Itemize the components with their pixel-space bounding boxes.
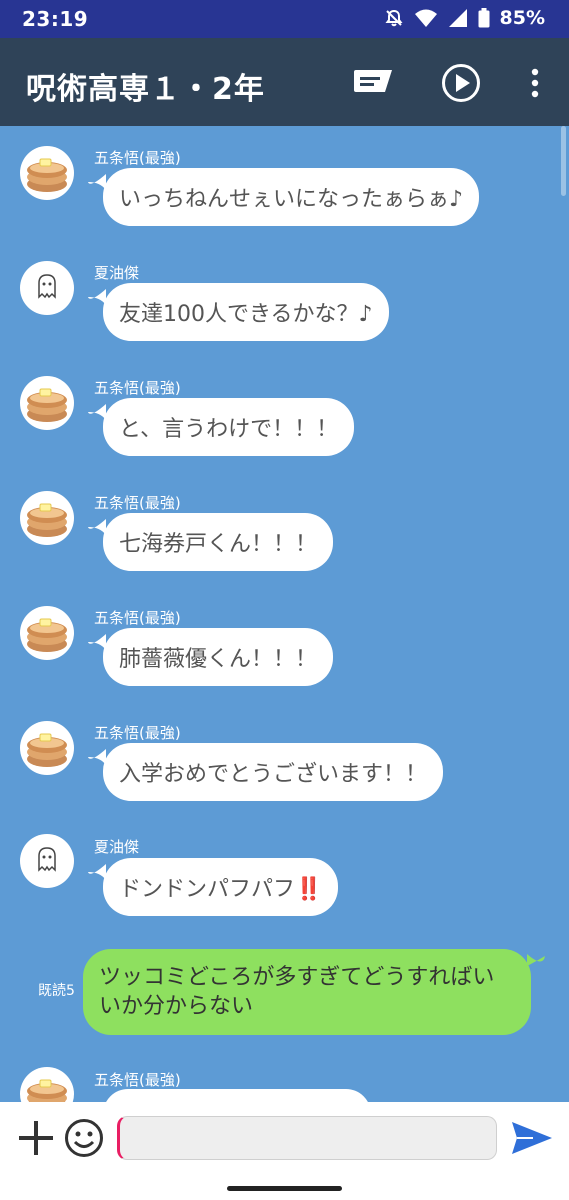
sender-name: 五条悟(最強) — [94, 609, 181, 627]
battery-percent: 85% — [499, 7, 545, 29]
message-bubble[interactable]: 友達100人できるかな？♪ — [103, 283, 389, 341]
bubble-tail — [527, 954, 545, 966]
sender-name: 五条悟(最強) — [94, 1071, 181, 1089]
message-bubble[interactable]: 入学おめでとうございます！！ — [103, 743, 444, 801]
outgoing-bubble[interactable]: ツッコミどころが多すぎてどうすればいいか分からない — [83, 949, 531, 1035]
pancake-avatar[interactable] — [20, 1067, 74, 1102]
navigation-bar — [0, 1174, 569, 1200]
status-icons: 85% — [384, 7, 545, 29]
emoji-icon[interactable] — [62, 1116, 106, 1160]
bell-off-icon — [384, 8, 404, 28]
message-bubble[interactable]: と、言うわけで！！！ — [103, 398, 355, 456]
chat-title: 呪術高専１・2年 — [26, 72, 265, 107]
message-bubble[interactable]: 七海券戸くん！！！ — [103, 513, 334, 571]
plus-icon[interactable] — [14, 1116, 58, 1160]
sender-name: 五条悟(最強) — [94, 149, 181, 167]
sender-name: 五条悟(最強) — [94, 724, 181, 742]
chat-area[interactable]: 五条悟(最強) いっちねんせぇいになったぁらぁ♪ 夏油傑 友達100人できるかな… — [0, 126, 569, 1102]
message-bubble[interactable]: いっちねんせぇいになったぁらぁ♪ — [103, 168, 480, 226]
message-bubble[interactable] — [103, 1089, 371, 1102]
message-icon[interactable] — [350, 60, 396, 106]
play-icon[interactable] — [438, 60, 484, 106]
pancake-avatar[interactable] — [20, 376, 74, 430]
more-icon[interactable] — [512, 60, 558, 106]
home-gesture-handle[interactable] — [227, 1186, 342, 1191]
ghost-avatar[interactable] — [20, 261, 74, 315]
message-bubble[interactable]: ドンドンパフパフ‼️ — [103, 858, 339, 916]
sender-name: 夏油傑 — [94, 264, 140, 282]
read-receipt: 既読5 — [38, 983, 75, 999]
pancake-avatar[interactable] — [20, 606, 74, 660]
sender-name: 五条悟(最強) — [94, 379, 181, 397]
sender-name: 夏油傑 — [94, 838, 140, 856]
message-input[interactable] — [117, 1116, 497, 1160]
pancake-avatar[interactable] — [20, 146, 74, 200]
sender-name: 五条悟(最強) — [94, 494, 181, 512]
pancake-avatar[interactable] — [20, 721, 74, 775]
wifi-icon — [414, 8, 438, 28]
input-bar — [0, 1102, 569, 1174]
ghost-avatar[interactable] — [20, 834, 74, 888]
pancake-avatar[interactable] — [20, 491, 74, 545]
message-bubble[interactable]: 肺薔薇優くん！！！ — [103, 628, 334, 686]
send-icon[interactable] — [510, 1116, 554, 1160]
status-bar: 23:19 85% — [0, 0, 569, 38]
app-bar: 呪術高専１・2年 — [0, 38, 569, 126]
status-time: 23:19 — [22, 7, 89, 31]
battery-icon — [478, 8, 490, 28]
signal-icon — [448, 8, 468, 28]
scrollbar[interactable] — [561, 126, 566, 196]
